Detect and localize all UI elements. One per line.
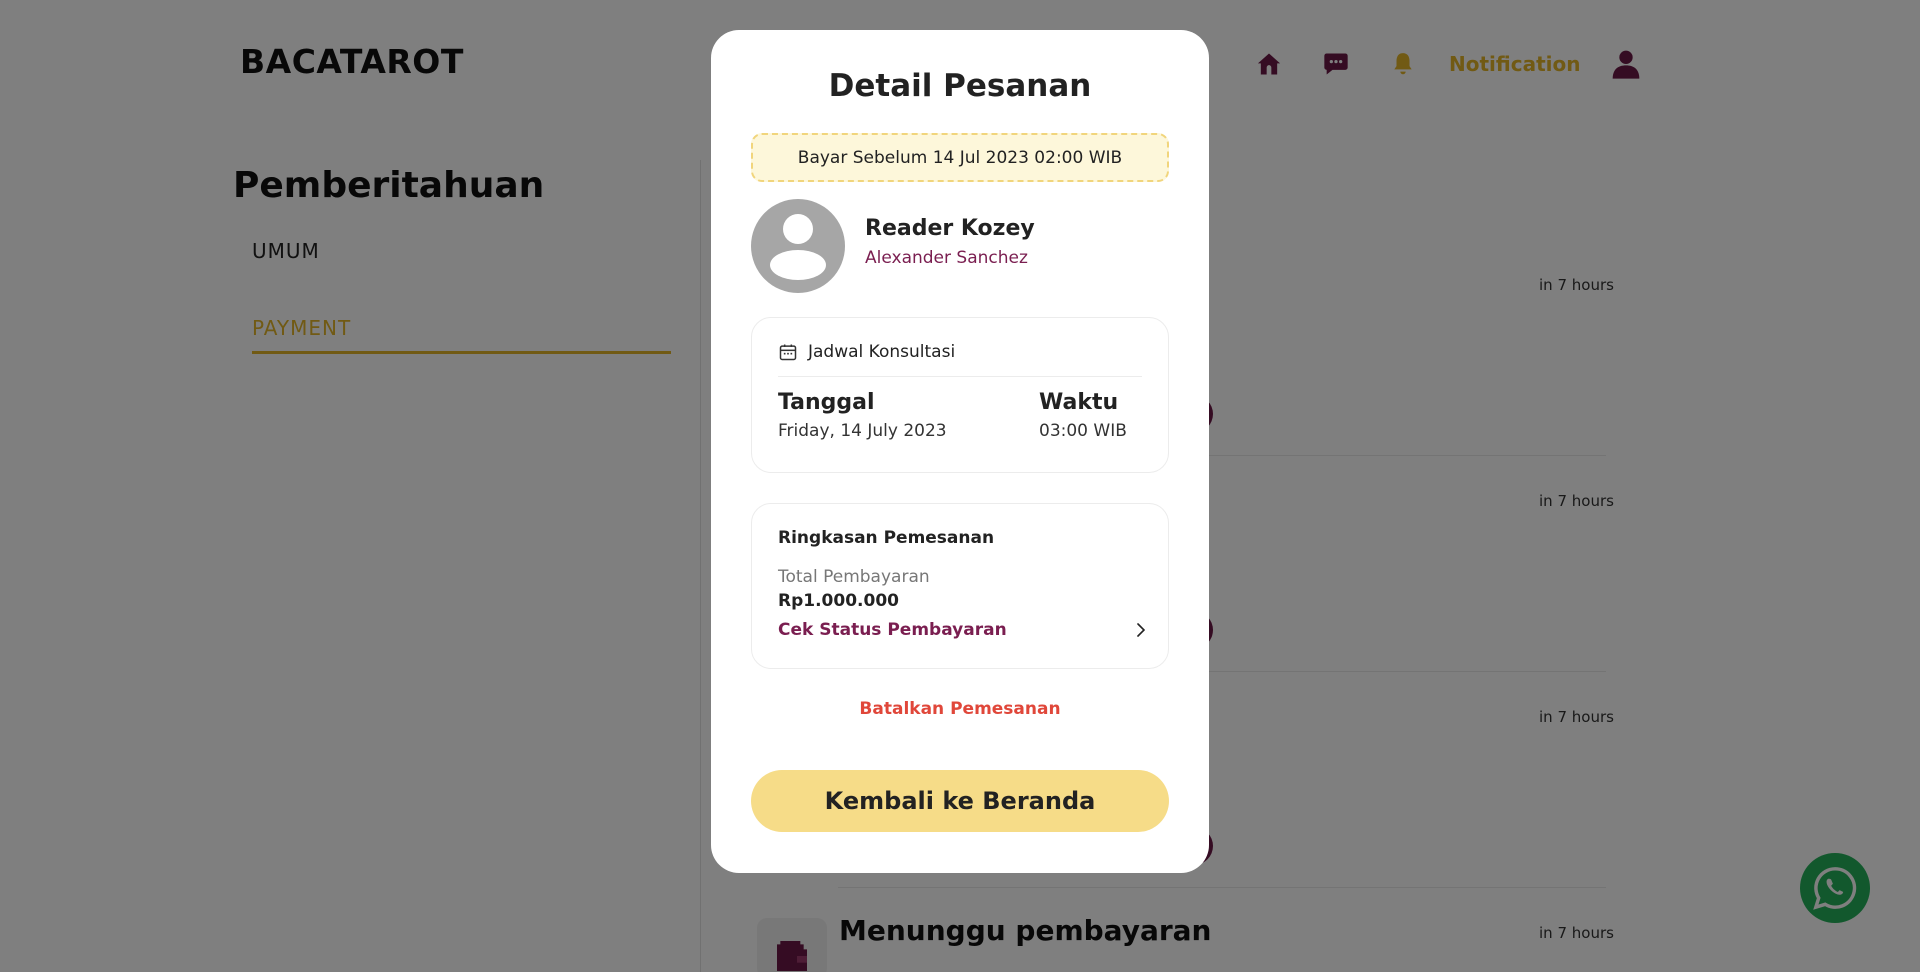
schedule-heading-label: Jadwal Konsultasi xyxy=(808,342,956,362)
order-summary-card: Ringkasan Pemesanan Total Pembayaran Rp1… xyxy=(751,503,1169,669)
date-value: Friday, 14 July 2023 xyxy=(778,421,947,441)
time-value: 03:00 WIB xyxy=(1039,421,1127,441)
cancel-order-link[interactable]: Batalkan Pemesanan xyxy=(711,699,1209,719)
total-payment-label: Total Pembayaran xyxy=(778,567,930,587)
reader-avatar xyxy=(751,199,845,293)
calendar-icon xyxy=(779,344,797,361)
schedule-card: Jadwal Konsultasi Tanggal Friday, 14 Jul… xyxy=(751,317,1169,473)
summary-heading: Ringkasan Pemesanan xyxy=(778,528,995,548)
client-name: Alexander Sanchez xyxy=(865,248,1028,268)
reader-name: Reader Kozey xyxy=(865,216,1035,241)
chevron-right-icon[interactable] xyxy=(1132,621,1150,639)
user-avatar-icon xyxy=(770,214,826,280)
time-label: Waktu xyxy=(1039,390,1119,415)
schedule-divider xyxy=(778,376,1142,377)
payment-deadline-text: Bayar Sebelum 14 Jul 2023 02:00 WIB xyxy=(797,147,1123,168)
order-detail-modal: Detail Pesanan Bayar Sebelum 14 Jul 2023… xyxy=(711,30,1209,873)
modal-title: Detail Pesanan xyxy=(828,68,1092,104)
back-to-home-button[interactable]: Kembali ke Beranda xyxy=(751,770,1169,832)
check-payment-status-link[interactable]: Cek Status Pembayaran xyxy=(778,620,1007,640)
payment-deadline-banner: Bayar Sebelum 14 Jul 2023 02:00 WIB xyxy=(751,133,1169,182)
schedule-heading: Jadwal Konsultasi xyxy=(778,342,955,362)
date-label: Tanggal xyxy=(778,390,875,415)
total-payment-value: Rp1.000.000 xyxy=(778,591,899,611)
